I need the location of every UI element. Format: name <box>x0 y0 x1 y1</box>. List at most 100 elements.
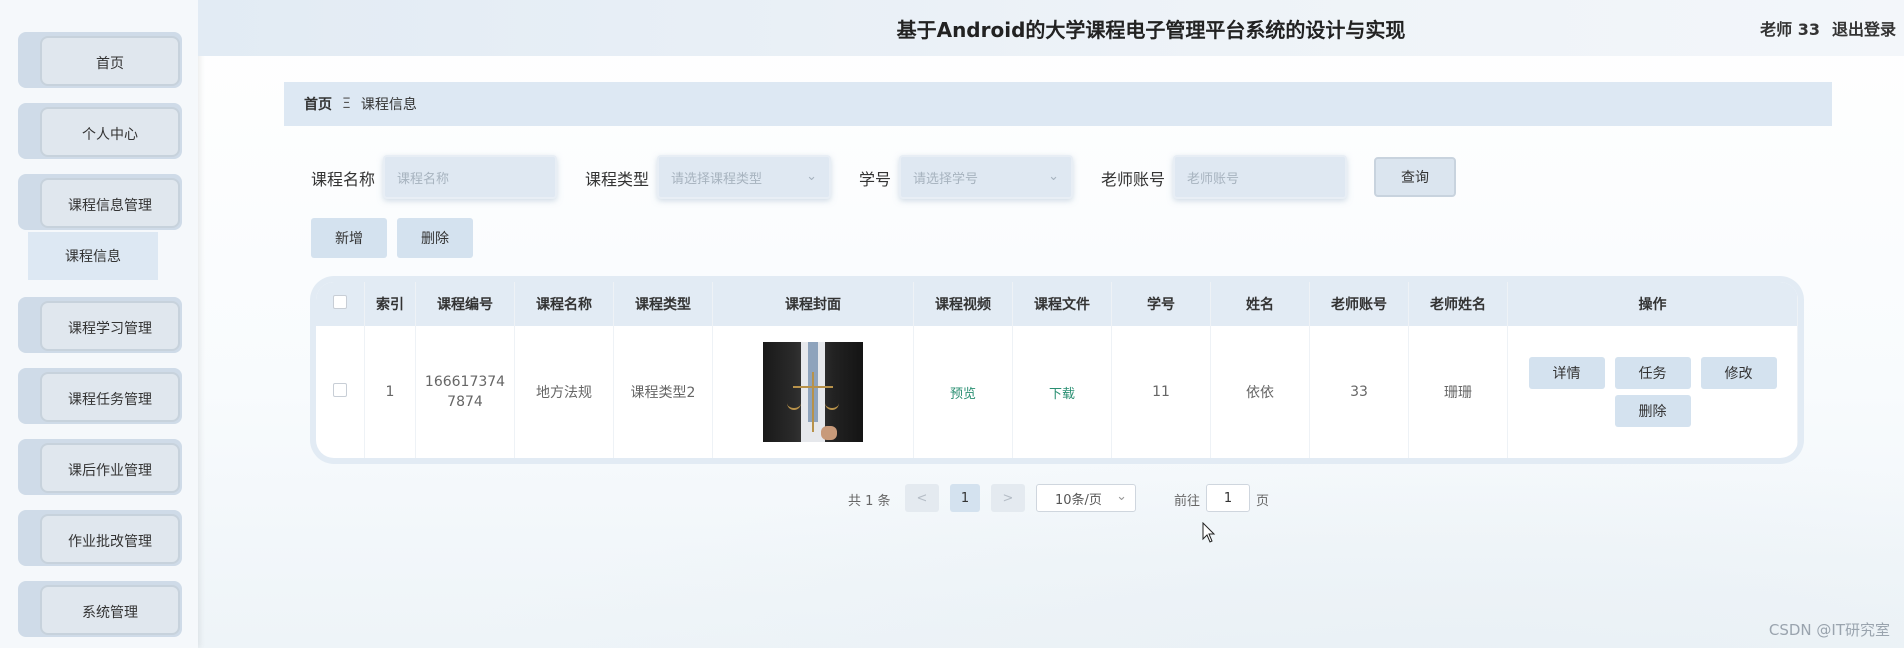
task-button[interactable]: 任务 <box>1614 357 1691 389</box>
student-no-label: 学号 <box>859 170 892 189</box>
sidebar: 首页 个人中心 课程信息管理 课程信息 课程学习管理 课程任务管理 课后作业管理… <box>0 0 198 648</box>
file-download-link[interactable]: 下载 <box>1049 387 1075 402</box>
ops-row-2: 删除 <box>1508 395 1797 427</box>
student-no-select[interactable]: 请选择学号 ⌄ <box>899 155 1073 199</box>
top-header: 基于Android的大学课程电子管理平台系统的设计与实现 老师 33 退出登录 <box>198 0 1904 56</box>
col-header-teacher-account: 老师账号 <box>1309 282 1409 326</box>
course-type-placeholder: 请选择课程类型 <box>671 171 763 187</box>
col-header-operations: 操作 <box>1507 282 1798 326</box>
cell-name: 依依 <box>1210 326 1310 458</box>
cell-course-name: 地方法规 <box>514 326 614 458</box>
sidebar-item-label: 课程学习管理 <box>40 301 180 351</box>
sidebar-item-label: 课后作业管理 <box>40 443 180 493</box>
data-table-container: 索引 课程编号 课程名称 课程类型 课程封面 课程视频 课程文件 学号 姓名 老… <box>310 276 1804 464</box>
prev-page-button[interactable]: < <box>905 484 939 512</box>
current-user: 老师 33 <box>1760 20 1820 39</box>
cell-course-file: 下载 <box>1012 326 1112 458</box>
col-header-course-name: 课程名称 <box>514 282 614 326</box>
sidebar-item-label: 首页 <box>40 36 180 86</box>
sidebar-item-grading-management[interactable]: 作业批改管理 <box>18 510 182 566</box>
cover-scale-pan-right <box>825 402 839 410</box>
cell-course-no: 166617374 7874 <box>415 326 515 458</box>
sidebar-item-label: 系统管理 <box>40 585 180 635</box>
mouse-cursor-icon <box>1202 522 1216 543</box>
data-table: 索引 课程编号 课程名称 课程类型 课程封面 课程视频 课程文件 学号 姓名 老… <box>316 282 1798 458</box>
sidebar-item-home[interactable]: 首页 <box>18 32 182 88</box>
goto-page-input[interactable]: 1 <box>1206 484 1250 512</box>
logout-link[interactable]: 退出登录 <box>1832 16 1896 40</box>
sidebar-item-label: 作业批改管理 <box>40 514 180 564</box>
sidebar-item-label: 课程任务管理 <box>40 372 180 422</box>
col-header-course-video: 课程视频 <box>913 282 1013 326</box>
page-size-select[interactable]: 10条/页 ⌄ <box>1036 484 1136 512</box>
edit-button[interactable]: 修改 <box>1700 357 1777 389</box>
cell-course-type: 课程类型2 <box>613 326 713 458</box>
breadcrumb-current: 课程信息 <box>360 97 417 113</box>
cover-scale-pan-left <box>787 402 801 410</box>
query-button[interactable]: 查询 <box>1374 157 1456 197</box>
chevron-down-icon: ⌄ <box>1116 489 1127 504</box>
select-all-checkbox[interactable] <box>333 295 347 309</box>
course-type-select[interactable]: 请选择课程类型 ⌄ <box>657 155 831 199</box>
ops-row-1: 详情 任务 修改 <box>1508 357 1797 389</box>
video-preview-link[interactable]: 预览 <box>950 387 976 402</box>
course-name-placeholder: 课程名称 <box>397 171 450 187</box>
breadcrumb-separator-icon: Ξ <box>342 96 351 112</box>
sidebar-item-label: 课程信息管理 <box>40 178 180 228</box>
table-header-row: 索引 课程编号 课程名称 课程类型 课程封面 课程视频 课程文件 学号 姓名 老… <box>316 282 1798 326</box>
cell-teacher-name: 珊珊 <box>1408 326 1508 458</box>
page-1-button[interactable]: 1 <box>950 484 980 512</box>
detail-button[interactable]: 详情 <box>1528 357 1605 389</box>
cell-course-video: 预览 <box>913 326 1013 458</box>
select-all-cell <box>316 282 365 326</box>
sidebar-item-course-task-management[interactable]: 课程任务管理 <box>18 368 182 424</box>
delete-button[interactable]: 删除 <box>397 218 473 258</box>
cover-hand <box>821 426 837 440</box>
row-select-cell <box>316 326 365 458</box>
col-header-student-no: 学号 <box>1111 282 1211 326</box>
col-header-course-no: 课程编号 <box>415 282 515 326</box>
sidebar-item-homework-management[interactable]: 课后作业管理 <box>18 439 182 495</box>
col-header-course-file: 课程文件 <box>1012 282 1112 326</box>
row-checkbox[interactable] <box>333 383 347 397</box>
sidebar-item-course-study-management[interactable]: 课程学习管理 <box>18 297 182 353</box>
page-suffix-label: 页 <box>1256 494 1270 509</box>
row-delete-button[interactable]: 删除 <box>1614 395 1691 427</box>
cover-scale-bar <box>793 386 833 388</box>
page-size-value: 10条/页 <box>1055 492 1102 508</box>
cell-index: 1 <box>364 326 416 458</box>
student-no-placeholder: 请选择学号 <box>913 171 979 187</box>
goto-label: 前往 <box>1174 494 1201 509</box>
breadcrumb: 首页 Ξ 课程信息 <box>284 82 1832 126</box>
cell-course-cover <box>712 326 914 458</box>
course-name-input[interactable]: 课程名称 <box>383 155 557 199</box>
col-header-course-cover: 课程封面 <box>712 282 914 326</box>
course-type-label: 课程类型 <box>585 170 650 189</box>
teacher-account-placeholder: 老师账号 <box>1187 171 1240 187</box>
breadcrumb-home[interactable]: 首页 <box>304 94 332 114</box>
sidebar-item-label: 个人中心 <box>40 107 180 157</box>
page-title: 基于Android的大学课程电子管理平台系统的设计与实现 <box>896 18 1406 42</box>
course-no-line2: 7874 <box>447 394 483 410</box>
sidebar-item-course-info-management[interactable]: 课程信息管理 <box>18 174 182 230</box>
course-cover-image[interactable] <box>763 342 863 442</box>
pagination-total: 共 1 条 <box>848 494 891 509</box>
sidebar-item-personal-center[interactable]: 个人中心 <box>18 103 182 159</box>
add-button[interactable]: 新增 <box>311 218 387 258</box>
course-no-line1: 166617374 <box>424 374 506 390</box>
watermark: CSDN @IT研究室 <box>1768 621 1890 639</box>
sidebar-item-system-management[interactable]: 系统管理 <box>18 581 182 637</box>
chevron-down-icon: ⌄ <box>1048 169 1059 184</box>
col-header-index: 索引 <box>364 282 416 326</box>
background-wave <box>420 448 1904 648</box>
next-page-button[interactable]: > <box>991 484 1025 512</box>
cell-student-no: 11 <box>1111 326 1211 458</box>
submenu-item-course-info[interactable]: 课程信息 <box>28 232 158 280</box>
cell-teacher-account: 33 <box>1309 326 1409 458</box>
cover-scale-pole <box>812 372 814 432</box>
col-header-teacher-name: 老师姓名 <box>1408 282 1508 326</box>
col-header-course-type: 课程类型 <box>613 282 713 326</box>
table-row: 1 166617374 7874 地方法规 课程类型2 预览 下载 11 依依 … <box>316 326 1798 458</box>
teacher-account-input[interactable]: 老师账号 <box>1173 155 1347 199</box>
chevron-down-icon: ⌄ <box>806 169 817 184</box>
